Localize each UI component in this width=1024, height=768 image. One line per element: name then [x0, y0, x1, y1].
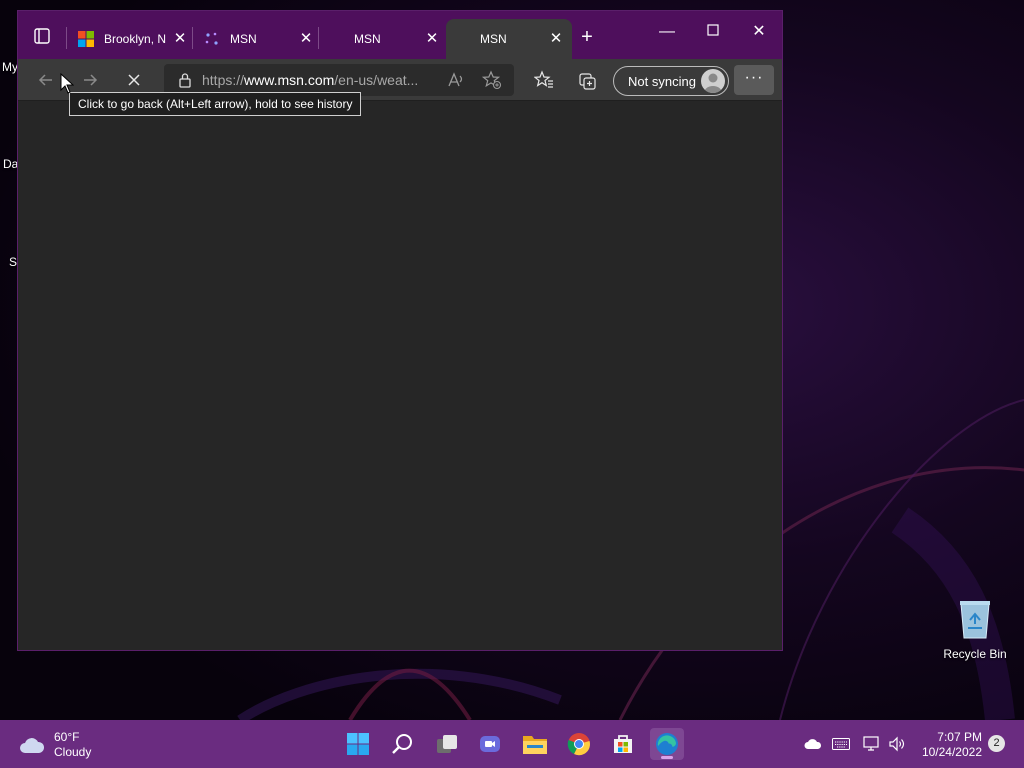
url-text[interactable]: https://www.msn.com/en-us/weat... — [202, 72, 418, 88]
tab-brooklyn[interactable]: Brooklyn, N ✕ — [70, 19, 196, 59]
arrow-right-icon — [84, 74, 98, 86]
back-button[interactable] — [32, 67, 60, 93]
tab-title: MSN — [480, 32, 507, 46]
close-window-button[interactable]: ✕ — [737, 17, 781, 47]
notification-count-badge[interactable]: 2 — [988, 735, 1005, 752]
lock-icon — [179, 73, 191, 88]
cloud-icon — [20, 738, 45, 753]
windows-logo-icon — [347, 733, 369, 755]
settings-more-button[interactable]: ··· — [734, 65, 774, 95]
recycle-bin-desktop-icon[interactable]: Recycle Bin — [942, 598, 1008, 661]
tab-title: MSN — [230, 32, 257, 46]
tab-msn-1[interactable]: MSN ✕ — [196, 19, 322, 59]
volume-tray-button[interactable] — [887, 734, 907, 754]
collections-icon — [579, 73, 596, 90]
video-chat-icon — [480, 736, 500, 752]
chrome-button[interactable] — [562, 728, 596, 760]
tab-strip: Brooklyn, N ✕ MSN ✕ MSN ✕ MSN ✕ + — ✕ — [18, 11, 782, 59]
favorites-button[interactable] — [530, 67, 558, 93]
onedrive-cloud-icon — [804, 739, 822, 749]
minimize-icon: — — [659, 23, 675, 40]
clock-date: 10/24/2022 — [921, 745, 982, 759]
person-icon — [704, 73, 722, 93]
network-icon — [863, 736, 879, 751]
search-icon — [392, 734, 412, 754]
tab-msn-3-active[interactable]: MSN ✕ — [446, 19, 572, 59]
avatar — [701, 69, 725, 93]
plus-icon: + — [581, 26, 593, 48]
onedrive-tray-button[interactable] — [803, 734, 823, 754]
url-path: /en-us/weat... — [334, 72, 419, 88]
mouse-cursor-icon — [60, 73, 74, 94]
microsoft-logo-icon — [78, 31, 94, 47]
keyboard-icon — [832, 738, 850, 750]
favorites-icon — [534, 70, 553, 88]
volume-icon — [889, 736, 905, 752]
profile-sync-button[interactable]: Not syncing — [613, 66, 729, 96]
minimize-button[interactable]: — — [645, 17, 689, 47]
active-app-indicator — [661, 756, 673, 759]
keyboard-tray-button[interactable] — [831, 734, 851, 754]
maximize-button[interactable] — [691, 17, 735, 47]
edge-button[interactable] — [650, 728, 684, 760]
collections-button[interactable] — [574, 67, 602, 93]
weather-condition: Cloudy — [54, 745, 92, 759]
loading-dots-icon — [205, 32, 218, 45]
maximize-icon — [707, 24, 719, 36]
task-view-icon — [437, 735, 457, 753]
tab-separator — [192, 27, 193, 49]
store-button[interactable] — [606, 728, 640, 760]
url-host: www.msn.com — [244, 72, 335, 88]
add-favorite-button[interactable] — [481, 70, 502, 93]
edge-icon — [656, 733, 678, 755]
more-icon: ··· — [744, 69, 764, 86]
forward-button[interactable] — [76, 67, 104, 93]
clock[interactable]: 7:07 PM 10/24/2022 — [918, 730, 982, 760]
close-tab-icon[interactable]: ✕ — [298, 31, 314, 47]
weather-temperature: 60°F — [54, 730, 80, 744]
tab-title: Brooklyn, N — [104, 32, 167, 46]
task-view-button[interactable] — [430, 728, 464, 760]
sync-status-label: Not syncing — [628, 73, 696, 89]
stop-icon — [128, 74, 140, 86]
tab-actions-icon — [34, 28, 50, 44]
add-favorite-icon — [481, 70, 502, 90]
folder-icon — [523, 736, 547, 754]
clock-time: 7:07 PM — [937, 730, 982, 744]
store-icon — [614, 735, 632, 753]
close-icon: ✕ — [752, 23, 766, 40]
tab-actions-button[interactable] — [30, 25, 54, 47]
close-tab-icon[interactable]: ✕ — [548, 31, 564, 47]
tab-msn-2[interactable]: MSN ✕ — [322, 19, 448, 59]
start-button[interactable] — [341, 728, 375, 760]
desktop-label-peek: My — [2, 60, 18, 74]
recycle-bin-icon — [960, 601, 990, 639]
arrow-left-icon — [38, 74, 52, 86]
recycle-bin-label: Recycle Bin — [943, 647, 1007, 661]
stop-loading-button[interactable] — [120, 67, 148, 93]
file-explorer-button[interactable] — [518, 728, 552, 760]
weather-widget[interactable]: 60°F Cloudy — [18, 730, 91, 760]
back-button-tooltip: Click to go back (Alt+Left arrow), hold … — [69, 92, 362, 116]
read-aloud-button[interactable] — [446, 70, 466, 93]
close-tab-icon[interactable]: ✕ — [424, 31, 440, 47]
new-tab-button[interactable]: + — [576, 27, 598, 49]
chrome-icon — [567, 733, 590, 756]
tab-separator — [318, 27, 319, 49]
search-button[interactable] — [386, 728, 420, 760]
teams-chat-button[interactable] — [473, 728, 507, 760]
close-tab-icon[interactable]: ✕ — [172, 31, 188, 47]
tab-title: MSN — [354, 32, 381, 46]
taskbar: 60°F Cloudy 7:07 PM 10/24/2022 2 — [0, 720, 1024, 768]
network-tray-button[interactable] — [862, 734, 882, 754]
url-prefix: https:// — [202, 72, 245, 88]
tab-separator — [66, 27, 67, 49]
read-aloud-icon — [448, 72, 463, 87]
